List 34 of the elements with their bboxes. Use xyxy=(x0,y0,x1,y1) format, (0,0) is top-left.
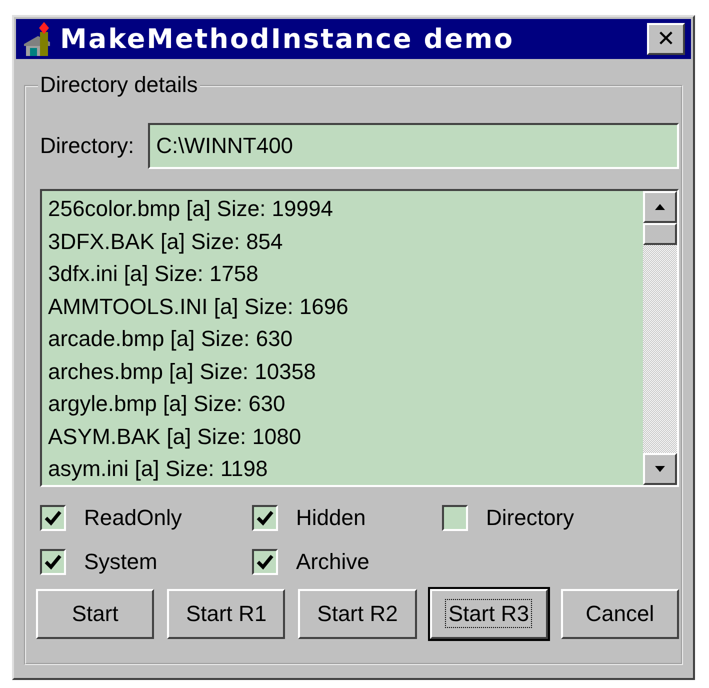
up-arrow-icon xyxy=(654,203,666,211)
directory-label: Directory: xyxy=(40,133,134,159)
scroll-thumb[interactable] xyxy=(643,223,677,245)
down-arrow-icon xyxy=(654,465,666,473)
checkbox[interactable] xyxy=(40,505,66,531)
file-list-item[interactable]: AMMTOOLS.INI [a] Size: 1696 xyxy=(48,290,637,323)
action-button[interactable]: Start xyxy=(36,589,154,639)
file-list-item[interactable]: 256color.bmp [a] Size: 19994 xyxy=(48,193,637,226)
action-button[interactable]: Start R1 xyxy=(167,589,286,639)
checkbox[interactable] xyxy=(252,549,278,575)
checkbox-label: Directory xyxy=(486,505,574,531)
checkbox[interactable] xyxy=(40,549,66,575)
checkbox-label: ReadOnly xyxy=(84,505,182,531)
scroll-down-button[interactable] xyxy=(643,453,677,485)
file-list-item[interactable]: arcade.bmp [a] Size: 630 xyxy=(48,323,637,356)
checkbox-label: Hidden xyxy=(296,505,366,531)
file-list-item[interactable]: 3dfx.ini [a] Size: 1758 xyxy=(48,258,637,290)
scroll-up-button[interactable] xyxy=(643,191,677,223)
directory-field[interactable]: C:\WINNT400 xyxy=(148,123,679,169)
file-list-item[interactable]: ASYM.BAK [a] Size: 1080 xyxy=(48,420,637,453)
file-list-item[interactable]: argyle.bmp [a] Size: 630 xyxy=(48,388,637,420)
checkbox-label: Archive xyxy=(296,549,370,575)
file-list-item[interactable]: arches.bmp [a] Size: 10358 xyxy=(48,356,637,388)
vertical-scrollbar[interactable] xyxy=(643,191,677,485)
close-button[interactable]: ✕ xyxy=(647,23,685,55)
window-title: MakeMethodInstance demo xyxy=(60,24,516,54)
checkbox-label: System xyxy=(84,549,158,575)
action-button[interactable]: Start R2 xyxy=(298,589,417,639)
checkbox[interactable] xyxy=(252,505,278,531)
file-list-item[interactable]: 3DFX.BAK [a] Size: 854 xyxy=(48,226,637,258)
action-button[interactable]: Cancel xyxy=(560,589,680,639)
file-list-item[interactable]: asym.ini [a] Size: 1198 xyxy=(48,453,637,485)
action-button[interactable]: Start R3 xyxy=(430,589,548,639)
checkbox[interactable] xyxy=(442,505,468,531)
